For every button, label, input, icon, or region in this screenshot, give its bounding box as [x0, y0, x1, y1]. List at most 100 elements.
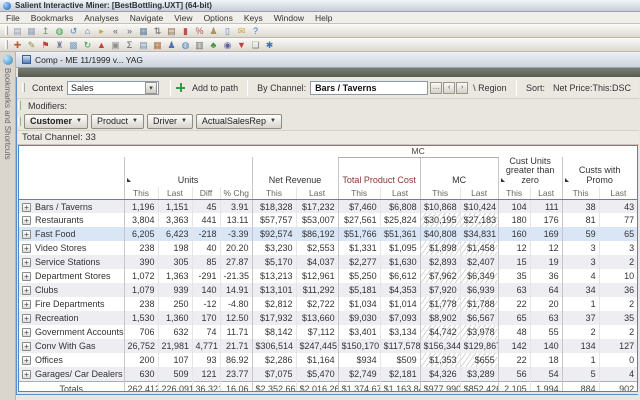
pencil-icon[interactable]: ✎: [25, 39, 38, 51]
modifier-actualsalesrep-button[interactable]: ActualSalesRep▼: [196, 114, 282, 129]
col-group-cust-units-greater-than-zero[interactable]: Cust Units greater than zero: [498, 157, 562, 187]
expand-row-icon[interactable]: +: [22, 230, 31, 239]
table-row[interactable]: +Department Stores1,0721,363-291-21.35$1…: [19, 269, 637, 283]
col-last[interactable]: Last: [530, 187, 562, 199]
modifier-driver-button[interactable]: Driver▼: [147, 114, 193, 129]
sort-value[interactable]: Net Price:This:DSC: [553, 83, 631, 93]
row-label[interactable]: +Fast Food: [19, 227, 124, 241]
col-last[interactable]: Last: [460, 187, 498, 199]
tree-icon[interactable]: ♣: [207, 39, 220, 51]
sum-icon[interactable]: Σ: [123, 39, 136, 51]
row-label[interactable]: +Service Stations: [19, 255, 124, 269]
expand-row-icon[interactable]: +: [22, 314, 31, 323]
modifier-buttons-grip[interactable]: [18, 117, 21, 126]
people-blue-icon[interactable]: ♟: [165, 39, 178, 51]
col-group-units[interactable]: Units: [124, 157, 252, 187]
add-to-path-button[interactable]: Add to path: [192, 83, 238, 93]
expand-row-icon[interactable]: +: [22, 370, 31, 379]
path-options-button[interactable]: …: [430, 82, 442, 94]
expand-row-icon[interactable]: +: [22, 203, 31, 212]
menu-analyses[interactable]: Analyses: [84, 13, 119, 23]
chevron-down-icon[interactable]: ▾: [145, 82, 157, 94]
flag-icon[interactable]: ⚑: [39, 39, 52, 51]
context-dimension-dropdown[interactable]: Sales ▾: [67, 81, 159, 95]
pin-icon[interactable]: ✚: [11, 39, 24, 51]
export-icon[interactable]: ↥: [39, 25, 52, 37]
expand-row-icon[interactable]: +: [22, 272, 31, 281]
drill-icon[interactable]: ▸: [95, 25, 108, 37]
expand-row-icon[interactable]: +: [22, 356, 31, 365]
book-icon[interactable]: ▤: [165, 25, 178, 37]
col-last[interactable]: Last: [380, 187, 420, 199]
analysis-tab-bar[interactable]: Comp - ME 11/1999 v... YAG: [16, 52, 640, 68]
columns-icon[interactable]: ▥: [193, 39, 206, 51]
sort-icon[interactable]: ⇅: [151, 25, 164, 37]
expand-row-icon[interactable]: +: [22, 244, 31, 253]
col-last[interactable]: Last: [296, 187, 338, 199]
copy-icon[interactable]: ▩: [67, 39, 80, 51]
toolbar-grip[interactable]: [5, 26, 8, 35]
col-diff[interactable]: Diff: [192, 187, 220, 199]
home-icon[interactable]: ⌂: [81, 25, 94, 37]
menu-window[interactable]: Window: [274, 13, 304, 23]
report-icon[interactable]: ▤: [137, 39, 150, 51]
path-prev-button[interactable]: ‹: [443, 82, 455, 94]
row-label[interactable]: +Department Stores: [19, 269, 124, 283]
server-icon[interactable]: ▣: [109, 39, 122, 51]
col-this[interactable]: This: [420, 187, 460, 199]
modifiers-grip[interactable]: [18, 101, 21, 110]
path-bar[interactable]: [18, 68, 640, 77]
modifier-product-button[interactable]: Product▼: [91, 114, 144, 129]
refresh-icon[interactable]: ↻: [81, 39, 94, 51]
row-label[interactable]: +Clubs: [19, 283, 124, 297]
org-icon[interactable]: ♜: [53, 39, 66, 51]
people-icon[interactable]: ♟: [207, 25, 220, 37]
window-icon[interactable]: ❏: [249, 39, 262, 51]
menu-view[interactable]: View: [174, 13, 192, 23]
globe-icon[interactable]: ◍: [53, 25, 66, 37]
expand-row-icon[interactable]: +: [22, 258, 31, 267]
col-this[interactable]: This: [562, 187, 599, 199]
row-label[interactable]: +Video Stores: [19, 241, 124, 255]
table-row[interactable]: +Restaurants3,8043,36344113.11$57,757$53…: [19, 213, 637, 227]
help-icon[interactable]: ?: [249, 25, 262, 37]
data-grid[interactable]: MC UnitsNet RevenueTotal Product CostMCC…: [18, 145, 638, 392]
row-label[interactable]: +Fire Departments: [19, 297, 124, 311]
row-label[interactable]: +Government Accounts: [19, 325, 124, 339]
expand-row-icon[interactable]: +: [22, 328, 31, 337]
path-next-button[interactable]: ›: [456, 82, 468, 94]
toolbar-grip[interactable]: [5, 40, 8, 49]
table-row[interactable]: +Fast Food6,2056,423-218-3.39$92,574$86,…: [19, 227, 637, 241]
row-label[interactable]: +Bars / Taverns: [19, 199, 124, 213]
collapse-icon[interactable]: «: [109, 25, 122, 37]
col-group-mc[interactable]: MC: [420, 157, 498, 187]
globe2-icon[interactable]: ◍: [179, 39, 192, 51]
col-this[interactable]: This: [252, 187, 296, 199]
table-row[interactable]: +Recreation1,5301,36017012.50$17,932$13,…: [19, 311, 637, 325]
menu-bookmarks[interactable]: Bookmarks: [31, 13, 74, 23]
add-to-path-icon[interactable]: [176, 83, 185, 92]
chart-icon[interactable]: ▮: [179, 25, 192, 37]
expand-row-icon[interactable]: +: [22, 342, 31, 351]
modifier-customer-button[interactable]: Customer▼: [24, 114, 88, 129]
table-row[interactable]: +Clubs1,07993914014.91$13,101$11,292$5,1…: [19, 283, 637, 297]
filter-icon[interactable]: ▼: [235, 39, 248, 51]
col-chg[interactable]: % Chg: [220, 187, 252, 199]
settings-icon[interactable]: ✱: [263, 39, 276, 51]
row-label[interactable]: +Offices: [19, 353, 124, 367]
path-value-field[interactable]: Bars / Taverns: [310, 81, 428, 95]
table-row[interactable]: +Conv With Gas26,75221,9814,77121.71$306…: [19, 339, 637, 353]
menu-file[interactable]: File: [6, 13, 20, 23]
document-icon[interactable]: ▯: [221, 25, 234, 37]
undo-icon[interactable]: ↺: [67, 25, 80, 37]
col-group-custs-with-promo[interactable]: Custs with Promo: [562, 157, 637, 187]
table-row[interactable]: +Garages/ Car Dealers63050912123.77$7,07…: [19, 367, 637, 381]
col-this[interactable]: This: [498, 187, 530, 199]
expand-row-icon[interactable]: +: [22, 300, 31, 309]
bookmarks-panel-icon[interactable]: [3, 55, 13, 65]
col-this[interactable]: This: [338, 187, 380, 199]
col-last[interactable]: Last: [599, 187, 637, 199]
table-row[interactable]: +Service Stations3903058527.87$5,170$4,0…: [19, 255, 637, 269]
row-label[interactable]: +Garages/ Car Dealers: [19, 367, 124, 381]
menu-navigate[interactable]: Navigate: [130, 13, 164, 23]
